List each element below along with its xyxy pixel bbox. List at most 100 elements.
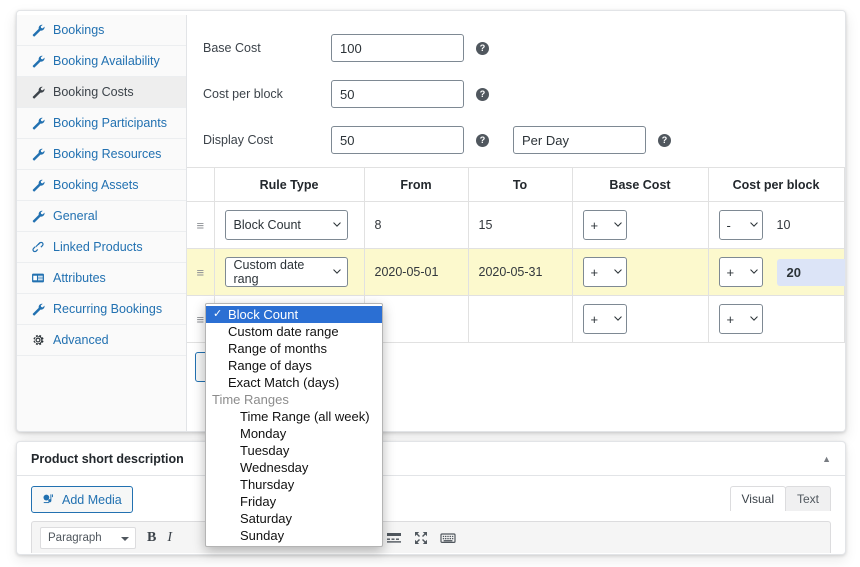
base-cost-operator-value: +	[590, 217, 599, 233]
column-header-from: From	[364, 167, 469, 202]
sidebar-item-booking-costs[interactable]: Booking Costs	[17, 77, 186, 108]
cost-per-block-label: Cost per block	[203, 87, 283, 101]
format-select[interactable]: Paragraph	[40, 526, 136, 549]
rule-type-dropdown-popup[interactable]: ✓ Block Count Custom date range Range of mo…	[205, 303, 383, 547]
sidebar-item-attributes[interactable]: Attributes	[17, 263, 186, 294]
base-cost-operator-select[interactable]: +	[582, 257, 627, 287]
display-cost-unit-help-icon[interactable]: ?	[658, 133, 671, 147]
sidebar-item-label: Linked Products	[53, 239, 143, 254]
dropdown-option-label: Custom date range	[228, 324, 339, 339]
base-cost-cell: +	[572, 201, 709, 249]
sidebar-item-booking-assets[interactable]: Booking Assets	[17, 170, 186, 201]
cost-per-block-operator-select[interactable]: +	[718, 257, 763, 287]
base-cost-help-icon[interactable]: ?	[476, 41, 489, 55]
wrench-icon	[31, 209, 45, 223]
base-cost-input[interactable]	[331, 34, 464, 62]
bold-button[interactable]: B	[147, 530, 156, 546]
cost-per-block-help-icon[interactable]: ?	[476, 87, 489, 101]
base-cost-operator-value: +	[590, 264, 599, 280]
sidebar-item-bookings[interactable]: Bookings	[17, 15, 186, 46]
fullscreen-icon[interactable]	[413, 530, 429, 546]
field-row-cost-per-block: Cost per block ?	[187, 75, 845, 113]
to-cell[interactable]: 15	[468, 201, 573, 249]
sidebar-item-advanced[interactable]: Advanced	[17, 325, 186, 356]
sidebar-item-label: Booking Availability	[53, 53, 160, 68]
drag-handle-icon[interactable]: ≡	[196, 313, 204, 326]
dropdown-option[interactable]: Tuesday	[206, 442, 382, 459]
remove-rule-button[interactable]: ×	[844, 201, 845, 249]
display-cost-help-icon[interactable]: ?	[476, 133, 489, 147]
dropdown-option-label: Friday	[240, 494, 277, 509]
dropdown-option-label: Range of months	[228, 341, 328, 356]
display-cost-input[interactable]	[331, 126, 464, 154]
dropdown-option[interactable]: ✓ Block Count	[206, 306, 382, 323]
dropdown-option-label: Saturday	[240, 511, 293, 526]
sidebar-item-booking-availability[interactable]: Booking Availability	[17, 46, 186, 77]
column-header-rule-type: Rule Type	[214, 167, 365, 202]
table-row: ≡ Custom date rang 2020-05-01 2020-05-31 + +2…	[187, 248, 845, 296]
from-cell[interactable]: 2020-05-01	[364, 248, 469, 296]
dropdown-option[interactable]: Thursday	[206, 476, 382, 493]
cost-per-block-value-input[interactable]: 10	[777, 218, 791, 232]
editor-header: Product short description ▲	[17, 442, 845, 476]
display-cost-unit-input[interactable]	[513, 126, 646, 154]
dropdown-option[interactable]: Friday	[206, 493, 382, 510]
table-row: ≡ Block Count 815 + - 10 ×	[187, 201, 845, 249]
drag-handle-icon[interactable]: ≡	[196, 266, 204, 279]
sidebar-item-recurring-bookings[interactable]: Recurring Bookings	[17, 294, 186, 325]
base-cost-operator-select[interactable]: +	[582, 304, 627, 334]
sidebar-item-booking-resources[interactable]: Booking Resources	[17, 139, 186, 170]
dropdown-option[interactable]: Wednesday	[206, 459, 382, 476]
cost-per-block-operator-select[interactable]: +	[718, 304, 763, 334]
cost-per-block-value-input[interactable]: 20	[776, 258, 845, 286]
dropdown-option[interactable]: Exact Match (days)	[206, 374, 382, 391]
insert-more-icon[interactable]	[386, 530, 402, 546]
dropdown-option[interactable]: Monday	[206, 425, 382, 442]
dropdown-option[interactable]: Range of days	[206, 357, 382, 374]
from-cell[interactable]: 8	[364, 201, 469, 249]
cost-per-block-operator-select[interactable]: -	[718, 210, 763, 240]
dropdown-option-label: Exact Match (days)	[228, 375, 340, 390]
rule-type-select-value: Block Count	[224, 210, 348, 240]
tab-text[interactable]: Text	[784, 486, 831, 511]
tab-visual[interactable]: Visual	[729, 486, 786, 511]
sidebar-item-label: Attributes	[53, 270, 106, 285]
editor-toolbar: Paragraph B I	[31, 521, 831, 553]
rule-type-select[interactable]: Custom date rang	[224, 257, 348, 287]
dropdown-option-label: Block Count	[228, 307, 299, 322]
product-data-panel: Bookings Booking Availability Booking Cost…	[16, 10, 846, 432]
base-cost-cell: +	[572, 248, 709, 296]
check-icon: ✓	[213, 308, 223, 320]
editor-mode-tabs: Visual Text	[729, 486, 831, 511]
dropdown-option[interactable]: Range of months	[206, 340, 382, 357]
collapse-toggle-icon[interactable]: ▲	[822, 454, 831, 464]
add-media-icon	[42, 493, 56, 507]
sidebar-item-label: Bookings	[53, 22, 105, 37]
dropdown-option[interactable]: Custom date range	[206, 323, 382, 340]
row-drag-handle[interactable]: ≡	[187, 248, 215, 296]
rule-type-select[interactable]: Block Count	[224, 210, 348, 240]
dropdown-option[interactable]: Time Range (all week)	[206, 408, 382, 425]
drag-handle-icon[interactable]: ≡	[196, 219, 204, 232]
base-cost-operator-select[interactable]: +	[582, 210, 627, 240]
sidebar-item-label: Booking Costs	[53, 84, 134, 99]
row-drag-handle[interactable]: ≡	[187, 201, 215, 249]
wrench-icon	[31, 54, 45, 68]
italic-button[interactable]: I	[167, 530, 172, 546]
remove-rule-button[interactable]: ×	[844, 295, 845, 343]
to-cell[interactable]	[468, 295, 573, 343]
column-header-base-cost: Base Cost	[572, 167, 709, 202]
sidebar-item-general[interactable]: General	[17, 201, 186, 232]
sidebar-item-label: Advanced	[53, 332, 109, 347]
dropdown-option[interactable]: Saturday	[206, 510, 382, 527]
to-cell[interactable]: 2020-05-31	[468, 248, 573, 296]
field-row-display-cost: Display Cost ? ?	[187, 121, 845, 159]
cost-per-block-operator-value: -	[726, 217, 731, 233]
sidebar-item-booking-participants[interactable]: Booking Participants	[17, 108, 186, 139]
cost-per-block-input[interactable]	[331, 80, 464, 108]
sidebar-item-linked-products[interactable]: Linked Products	[17, 232, 186, 263]
chevron-down-icon	[121, 536, 129, 541]
dropdown-option[interactable]: Sunday	[206, 527, 382, 544]
add-media-button[interactable]: Add Media	[31, 486, 133, 513]
keyboard-shortcuts-icon[interactable]	[440, 530, 456, 546]
